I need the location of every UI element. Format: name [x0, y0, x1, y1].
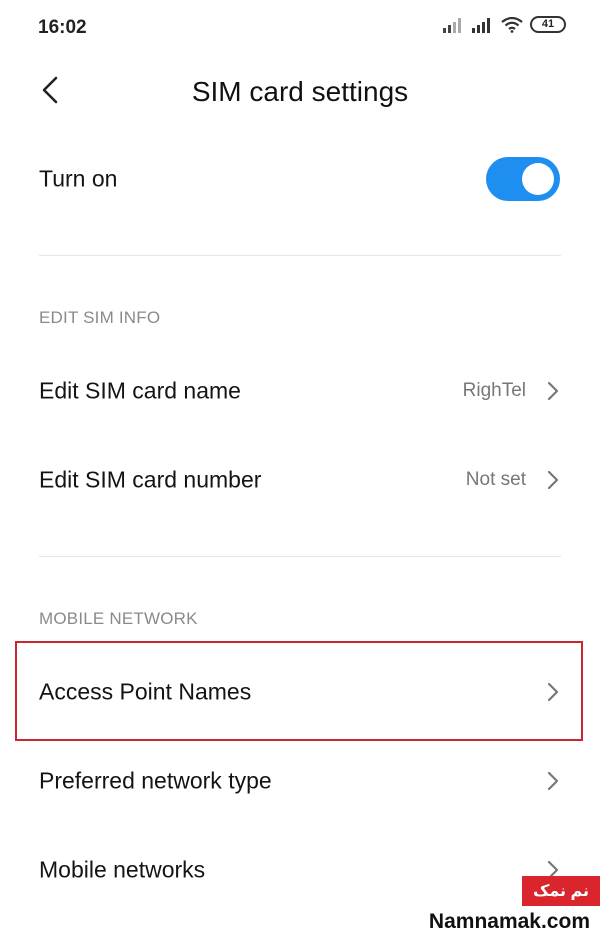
- signal-icon: [443, 17, 461, 33]
- mobile-networks-label: Mobile networks: [39, 856, 206, 883]
- edit-sim-card-name-label: Edit SIM card name: [39, 377, 241, 404]
- sim-card-name-value: RighTel: [462, 380, 526, 401]
- battery-level: 41: [541, 18, 555, 30]
- edit-sim-card-number-row[interactable]: Edit SIM card number Not set: [0, 444, 600, 516]
- divider: [39, 255, 561, 256]
- page-title: SIM card settings: [191, 76, 409, 107]
- edit-sim-card-number-label: Edit SIM card number: [39, 466, 262, 493]
- status-time: 16:02: [38, 17, 87, 38]
- divider: [39, 556, 561, 557]
- section-header-mobile-network: MOBILE NETWORK: [39, 609, 198, 628]
- turn-on-row[interactable]: Turn on: [0, 143, 600, 215]
- wifi-icon: [501, 16, 523, 33]
- access-point-names-row[interactable]: Access Point Names: [0, 656, 600, 728]
- watermark-badge: نم نمک: [522, 876, 600, 906]
- turn-on-toggle[interactable]: [486, 157, 560, 201]
- header: SIM card settings: [0, 60, 600, 120]
- sim-card-number-value: Not set: [465, 469, 526, 490]
- signal-icon: [472, 17, 490, 33]
- edit-sim-card-name-row[interactable]: Edit SIM card name RighTel: [0, 355, 600, 427]
- turn-on-label: Turn on: [39, 165, 118, 192]
- status-icons: 41: [443, 16, 566, 33]
- chevron-right-icon: [547, 682, 559, 702]
- battery-icon: 41: [530, 16, 566, 33]
- mobile-networks-row[interactable]: Mobile networks: [0, 834, 600, 906]
- access-point-names-label: Access Point Names: [39, 678, 252, 705]
- chevron-right-icon: [547, 771, 559, 791]
- section-header-edit-sim-info: EDIT SIM INFO: [39, 308, 161, 327]
- chevron-right-icon: [547, 381, 559, 401]
- chevron-right-icon: [547, 470, 559, 490]
- watermark-text: Namnamak.com: [428, 910, 590, 933]
- preferred-network-type-label: Preferred network type: [39, 767, 272, 794]
- preferred-network-type-row[interactable]: Preferred network type: [0, 745, 600, 817]
- status-bar: 16:02 41: [0, 0, 600, 56]
- toggle-knob: [522, 163, 554, 195]
